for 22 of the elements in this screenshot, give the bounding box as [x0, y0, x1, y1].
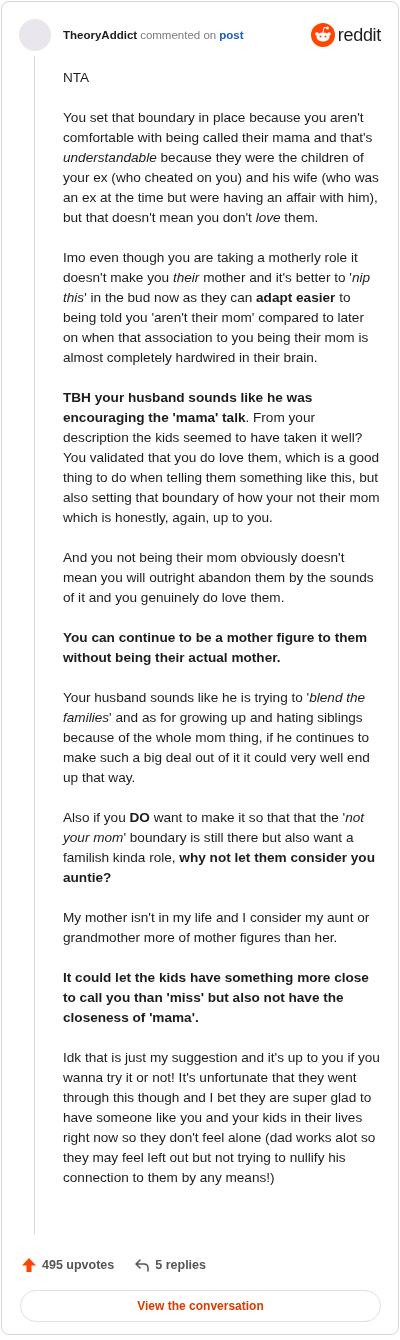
comment-paragraph: Your husband sounds like he is trying to 'blend the families' and as for growing up and hating siblings because of the whole mom thing, if he continues to make such a big deal out of it it could very well end up that way.: [63, 689, 371, 787]
brand-name: reddit: [337, 24, 381, 46]
comment-paragraph: It could let the kids have something more close to call you than 'miss' but also not have the closeness of 'mama'.: [63, 969, 370, 1027]
reply-arrow-icon: [134, 1257, 151, 1273]
avatar: [19, 19, 51, 51]
comment-paragraph: And you not being their mom obviously doesn't mean you will outright abandon them by the sounds of it and you genuinely do love them.: [63, 549, 375, 607]
comment-paragraph: NTA: [63, 69, 91, 87]
comment-paragraph: Idk that is just my suggestion and it's up to you if you wanna try it or not! It's unfortunate that they went through this though and I bet they are super glad to have someone like you and your kids in their lives right now so they don't feel alone (dad works alot so they may feel left out but not trying to nullify his connection to them by any means!): [63, 1049, 381, 1187]
comment-paragraph: My mother isn't in my life and I consider my aunt or grandmother more of mother figures than her.: [63, 909, 371, 947]
comment-paragraph: Also if you DO want to make it so that that the 'not your mom' boundary is still there but also want a familish kinda role, why not let them consider you auntie?: [63, 809, 376, 887]
action-text: commented on: [140, 29, 217, 41]
comment-paragraph: You set that boundary in place because you aren't comfortable with being called their mama and that's understandable because they were the children of your ex (who cheated on you) and his wife (who was an ex at the time but were having an affair with him), but that doesn't mean you don't love them.: [63, 109, 380, 227]
post-link[interactable]: post: [219, 29, 244, 41]
comment-paragraph: You can continue to be a mother figure to them without being their actual mother.: [63, 629, 369, 667]
comment-paragraph: TBH your husband sounds like he was encouraging the 'mama' talk. From your description the kids seemed to have taken it well? You validated that you do love them, which is a good thing to do when telling them something like this, but also setting that boundary of how your not their mom which is honestly, again, up to you.: [63, 389, 381, 527]
view-conversation-button[interactable]: View the conversation: [20, 1290, 381, 1322]
reply-count: 5 replies: [155, 1258, 206, 1272]
username[interactable]: TheoryAddict: [63, 29, 138, 41]
upvote-arrow-icon: [21, 1257, 37, 1273]
reddit-logo-icon: [310, 23, 335, 47]
comment-paragraph: Imo even though you are taking a motherly role it doesn't make you their mother and it's better to 'nip this' in the bud now as they can adapt easier to being told you 'aren't their mom' compared to later on when that association to you being their mom is almost completely hardwired in their brain.: [63, 249, 372, 367]
upvote-count: 495 upvotes: [42, 1258, 115, 1272]
